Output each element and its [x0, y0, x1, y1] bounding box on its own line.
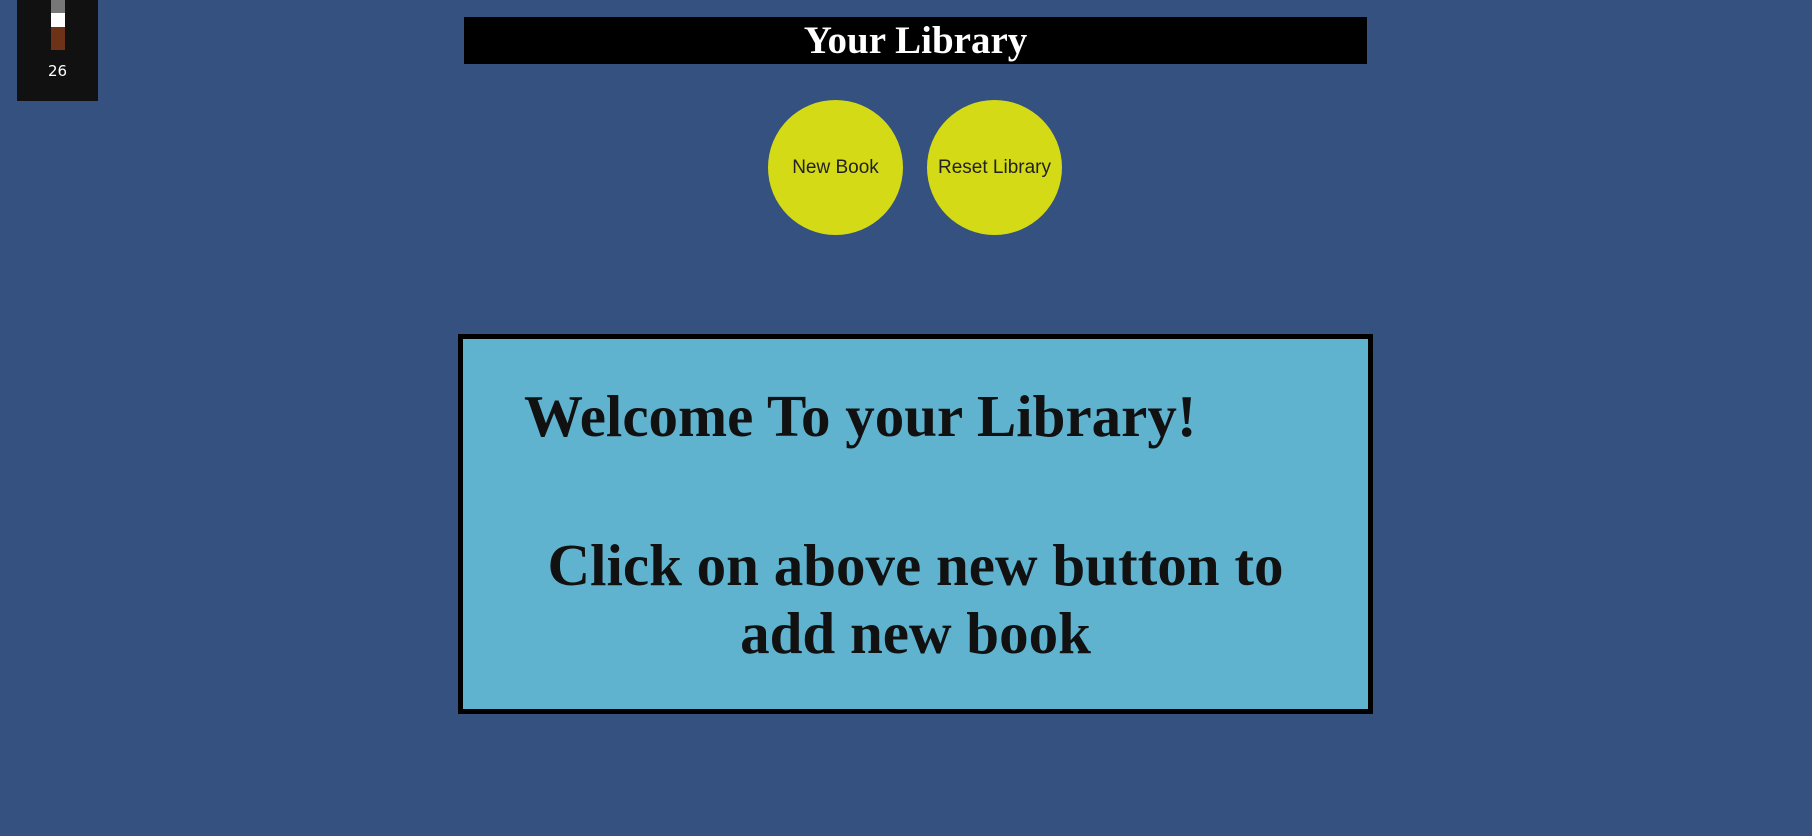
welcome-instructions: Click on above new button to add new boo… — [463, 531, 1368, 667]
color-swatch-gray — [51, 0, 65, 13]
welcome-card: Welcome To your Library! Click on above … — [458, 334, 1373, 714]
new-book-button[interactable]: New Book — [768, 100, 903, 235]
corner-widget: 26 — [17, 0, 98, 101]
color-swatch-brown — [51, 27, 65, 50]
color-swatch-white — [51, 13, 65, 27]
reset-library-button[interactable]: Reset Library — [927, 100, 1062, 235]
welcome-instructions-line-1: Click on above new button to — [547, 532, 1284, 598]
page-title: Your Library — [464, 17, 1367, 64]
welcome-instructions-line-2: add new book — [740, 600, 1091, 666]
widget-count: 26 — [47, 62, 68, 80]
welcome-heading: Welcome To your Library! — [524, 383, 1197, 449]
